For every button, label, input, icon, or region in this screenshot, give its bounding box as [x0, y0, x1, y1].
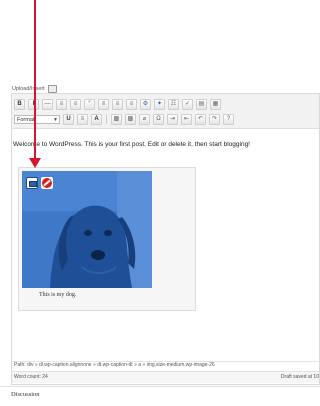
bold-button[interactable]: B: [14, 98, 25, 110]
outdent-button[interactable]: ⇤: [181, 113, 192, 125]
post-editor: B I — ≡ ≡ “ ≡ ≡ ≡ ⚙ ✦ ☷ ✓ ▤ ▦ Format ▼: [11, 93, 320, 385]
toolbar-divider: [106, 114, 107, 124]
image-icon: [29, 181, 37, 187]
word-count: Word count: 24: [14, 374, 48, 380]
divider: [0, 386, 320, 387]
fullscreen-button[interactable]: ▤: [196, 98, 207, 110]
paste-word-button[interactable]: ▩: [125, 113, 136, 125]
format-select[interactable]: Format ▼: [14, 114, 60, 124]
remove-format-button[interactable]: ⌀: [139, 113, 150, 125]
format-select-label: Format: [17, 116, 35, 123]
bullet-list-button[interactable]: ≡: [56, 98, 67, 110]
help-button[interactable]: ?: [223, 113, 234, 125]
underline-button[interactable]: U: [63, 113, 74, 125]
chevron-down-icon: ▼: [53, 116, 58, 123]
redo-button[interactable]: ↷: [209, 113, 220, 125]
paste-text-button[interactable]: ▩: [111, 113, 122, 125]
indent-button[interactable]: ⇥: [167, 113, 178, 125]
undo-button[interactable]: ↶: [195, 113, 206, 125]
text-color-button[interactable]: A: [91, 113, 102, 125]
special-character-button[interactable]: Ω: [153, 113, 164, 125]
upload-insert-label: Upload/Insert: [12, 86, 45, 92]
blockquote-button[interactable]: “: [84, 98, 95, 110]
toolbar-row-2: Format ▼ U ≡ A ▩ ▩ ⌀ Ω ⇥ ⇤ ↶ ↷ ?: [14, 113, 234, 125]
status-bar: Word count: 24 Draft saved at 10: [12, 371, 319, 383]
delete-image-button[interactable]: [41, 177, 53, 189]
element-path: Path: div » dl.wp-caption.alignnone » dt…: [12, 361, 319, 371]
editor-toolbar: B I — ≡ ≡ “ ≡ ≡ ≡ ⚙ ✦ ☷ ✓ ▤ ▦ Format ▼: [12, 94, 319, 129]
dog-image[interactable]: [22, 171, 152, 288]
editor-content[interactable]: Welcome to WordPress. This is your first…: [12, 129, 319, 361]
delete-icon: [42, 178, 52, 188]
edit-image-button[interactable]: [26, 177, 38, 189]
image-caption[interactable]: This is my dog.: [39, 292, 76, 298]
unlink-button[interactable]: ✦: [154, 98, 165, 110]
draft-saved-status: Draft saved at 10: [280, 374, 319, 380]
add-media-icon[interactable]: [47, 85, 57, 93]
spellcheck-button[interactable]: ✓: [182, 98, 193, 110]
image-caption-box[interactable]: This is my dog.: [18, 167, 196, 311]
post-body-text[interactable]: Welcome to WordPress. This is your first…: [13, 141, 250, 148]
arrow-down-icon: [29, 158, 41, 168]
insert-link-button[interactable]: ⚙: [140, 98, 151, 110]
strikethrough-button[interactable]: —: [42, 98, 53, 110]
align-right-button[interactable]: ≡: [126, 98, 137, 110]
numbered-list-button[interactable]: ≡: [70, 98, 81, 110]
annotation-arrow: [34, 0, 36, 160]
discussion-panel-title[interactable]: Discussion: [11, 391, 40, 398]
align-center-button[interactable]: ≡: [112, 98, 123, 110]
align-left-button[interactable]: ≡: [98, 98, 109, 110]
justify-button[interactable]: ≡: [77, 113, 88, 125]
more-tag-button[interactable]: ☷: [168, 98, 179, 110]
toolbar-row-1: B I — ≡ ≡ “ ≡ ≡ ≡ ⚙ ✦ ☷ ✓ ▤ ▦: [14, 98, 221, 110]
page: Upload/Insert B I — ≡ ≡ “ ≡ ≡ ≡ ⚙ ✦ ☷ ✓ …: [0, 0, 320, 406]
kitchen-sink-button[interactable]: ▦: [210, 98, 221, 110]
